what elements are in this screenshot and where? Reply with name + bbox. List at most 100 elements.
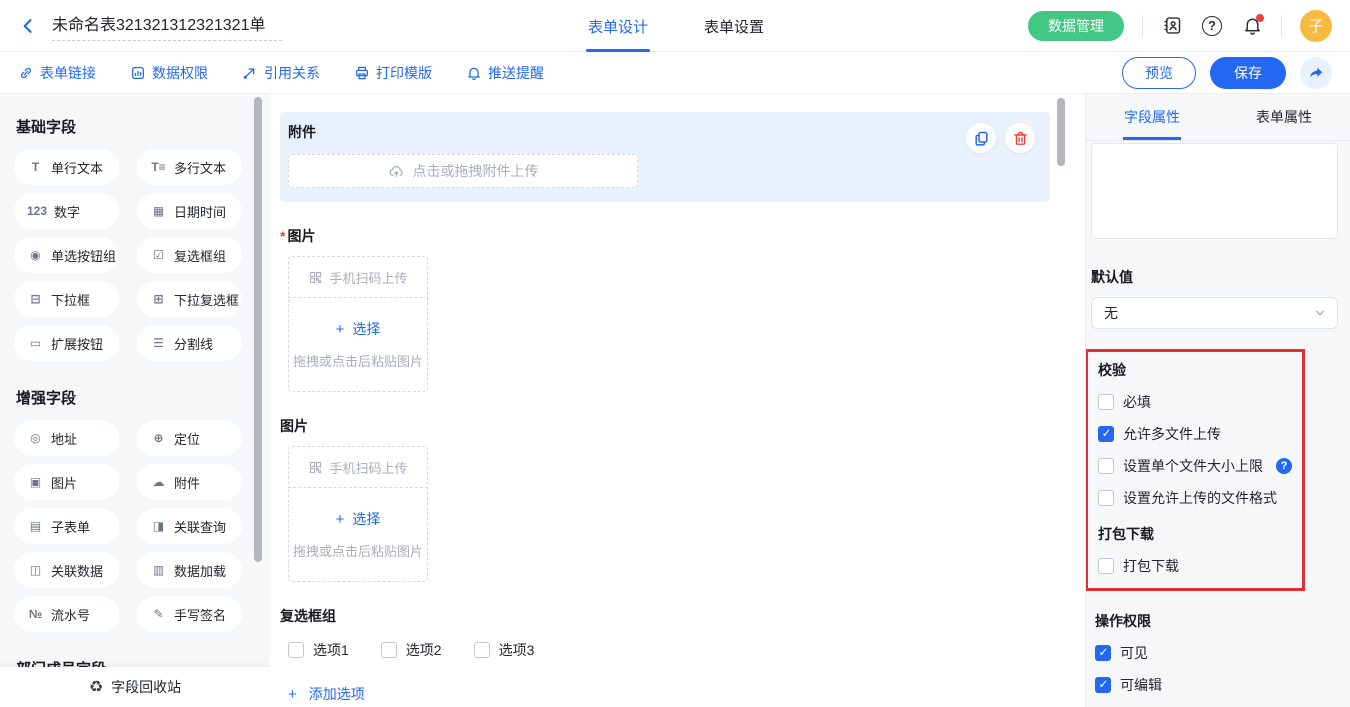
selected-field-card-attachment[interactable]: 附件 点击或拖拽附件上传 [280, 112, 1050, 202]
header-right: 数据管理 ? 子 [1028, 10, 1332, 42]
properties-tabs: 字段属性 表单属性 [1086, 94, 1350, 141]
checkbox[interactable] [1095, 677, 1111, 693]
contact-book-icon[interactable] [1161, 15, 1183, 37]
checkbox[interactable] [1098, 426, 1114, 442]
field-description-textarea[interactable] [1091, 143, 1338, 239]
field-pill-image[interactable]: ▣图片 [14, 464, 119, 500]
checkbox[interactable] [1098, 558, 1114, 574]
field-pill-serial-number[interactable]: №流水号 [14, 596, 119, 632]
save-button[interactable]: 保存 [1210, 57, 1286, 89]
field-library-sidebar: 基础字段 T单行文本 T≡多行文本 123数字 ▦日期时间 ◉单选按钮组 ☑复选… [0, 94, 270, 707]
attachment-field-label: 附件 [288, 122, 1034, 142]
checkbox[interactable] [1098, 458, 1114, 474]
image-pick-dropzone[interactable]: +选择 拖拽或点击后粘贴图片 [288, 297, 428, 392]
tab-form-properties[interactable]: 表单属性 [1218, 94, 1350, 140]
tab-field-properties-label: 字段属性 [1124, 107, 1180, 127]
reference-relation-label: 引用关系 [264, 63, 320, 83]
field-pill-number[interactable]: 123数字 [14, 193, 119, 229]
add-option-button[interactable]: + 添加选项 [288, 684, 1085, 704]
checkbox[interactable] [1098, 394, 1114, 410]
permission-label: 可见 [1120, 643, 1148, 663]
relation-query-icon: ◨ [150, 519, 167, 533]
plus-icon: + [336, 511, 345, 528]
push-reminder-button[interactable]: 推送提醒 [466, 63, 544, 83]
field-image-required[interactable]: *图片 手机扫码上传 +选择 拖拽或点击后粘贴图片 [280, 226, 1085, 392]
printer-icon [354, 65, 370, 81]
data-permission-label: 数据权限 [152, 63, 208, 83]
checkbox-options-row: 选项1 选项2 选项3 [288, 640, 1085, 660]
field-pill-address[interactable]: ◎地址 [14, 420, 119, 456]
scan-upload-button[interactable]: 手机扫码上传 [288, 256, 428, 298]
field-pill-locate[interactable]: ⊕定位 [137, 420, 242, 456]
data-permission-button[interactable]: 数据权限 [130, 63, 208, 83]
field-pill-single-line-text[interactable]: T 单行文本 [14, 149, 119, 185]
default-value-label: 默认值 [1091, 267, 1338, 287]
checkbox-option-label: 选项1 [313, 640, 349, 660]
field-pill-radio-group[interactable]: ◉单选按钮组 [14, 237, 119, 273]
field-pill-subform[interactable]: ▤子表单 [14, 508, 119, 544]
image-pick-dropzone[interactable]: +选择 拖拽或点击后粘贴图片 [288, 487, 428, 582]
checkbox[interactable] [1098, 490, 1114, 506]
scan-upload-button[interactable]: 手机扫码上传 [288, 446, 428, 488]
tab-field-properties[interactable]: 字段属性 [1086, 94, 1218, 140]
field-pill-attachment[interactable]: ☁附件 [137, 464, 242, 500]
image-select-link[interactable]: +选择 [336, 509, 381, 529]
field-image[interactable]: 图片 手机扫码上传 +选择 拖拽或点击后粘贴图片 [280, 416, 1085, 582]
checkbox[interactable] [1095, 645, 1111, 661]
pill-label: 子表单 [51, 517, 90, 536]
image-label: 图片 [280, 416, 1085, 436]
field-recycle-bin-button[interactable]: ♻ 字段回收站 [0, 667, 270, 707]
checkbox[interactable] [474, 642, 490, 658]
user-avatar[interactable]: 子 [1300, 10, 1332, 42]
tab-form-settings[interactable]: 表单设置 [704, 0, 764, 52]
field-pill-divider[interactable]: ☰分割线 [137, 325, 242, 361]
reference-relation-button[interactable]: 引用关系 [242, 63, 320, 83]
attachment-upload-dropzone[interactable]: 点击或拖拽附件上传 [288, 154, 638, 188]
field-pill-datetime[interactable]: ▦日期时间 [137, 193, 242, 229]
notification-bell-icon[interactable] [1241, 15, 1263, 37]
delete-field-button[interactable] [1005, 123, 1035, 153]
pill-label: 附件 [174, 473, 200, 492]
field-pill-data-load[interactable]: ▥数据加载 [137, 552, 242, 588]
tab-form-design[interactable]: 表单设计 [588, 0, 648, 52]
main-body: 基础字段 T单行文本 T≡多行文本 123数字 ▦日期时间 ◉单选按钮组 ☑复选… [0, 94, 1350, 707]
form-canvas: 附件 点击或拖拽附件上传 *图片 [270, 94, 1085, 707]
canvas-scrollbar[interactable] [1057, 98, 1065, 166]
back-button[interactable] [18, 15, 40, 37]
pill-label: 定位 [174, 429, 200, 448]
print-template-label: 打印模版 [376, 63, 432, 83]
multi-line-text-icon: T≡ [150, 160, 167, 174]
pill-label: 单行文本 [51, 158, 103, 177]
checkbox[interactable] [381, 642, 397, 658]
pill-label: 日期时间 [174, 202, 226, 221]
preview-button[interactable]: 预览 [1122, 57, 1196, 89]
field-pill-relation-query[interactable]: ◨关联查询 [137, 508, 242, 544]
form-link-button[interactable]: 表单链接 [18, 63, 96, 83]
sidebar-scrollbar[interactable] [254, 97, 262, 562]
checkbox[interactable] [288, 642, 304, 658]
image-required-label: *图片 [280, 226, 1085, 246]
help-icon[interactable]: ? [1201, 15, 1223, 37]
validation-row-size-limit: 设置单个文件大小上限 ? [1098, 456, 1294, 476]
field-pill-relation-data[interactable]: ◫关联数据 [14, 552, 119, 588]
form-title[interactable]: 未命名表321321312321321单 [52, 11, 282, 41]
plus-icon: + [336, 321, 345, 338]
print-template-button[interactable]: 打印模版 [354, 63, 432, 83]
single-line-text-icon: T [27, 160, 44, 174]
field-pill-checkbox-group[interactable]: ☑复选框组 [137, 237, 242, 273]
default-value-select[interactable]: 无 [1091, 297, 1338, 329]
help-question-icon[interactable]: ? [1276, 458, 1292, 474]
field-pill-multi-select[interactable]: ⊞下拉复选框 [137, 281, 242, 317]
checkbox-option-1: 选项1 [288, 640, 349, 660]
data-manage-button[interactable]: 数据管理 [1028, 11, 1124, 41]
field-pill-signature[interactable]: ✎手写签名 [137, 596, 242, 632]
field-pill-extend-button[interactable]: ▭扩展按钮 [14, 325, 119, 361]
share-button[interactable] [1300, 57, 1332, 89]
validation-option-label: 允许多文件上传 [1123, 424, 1221, 444]
copy-field-button[interactable] [966, 123, 996, 153]
field-pill-multi-line-text[interactable]: T≡多行文本 [137, 149, 242, 185]
package-download-label: 打包下载 [1123, 556, 1179, 576]
field-checkbox-group[interactable]: 复选框组 选项1 选项2 选项3 + 添加选项 [280, 606, 1085, 704]
field-pill-select[interactable]: ⊟下拉框 [14, 281, 119, 317]
image-select-link[interactable]: +选择 [336, 319, 381, 339]
